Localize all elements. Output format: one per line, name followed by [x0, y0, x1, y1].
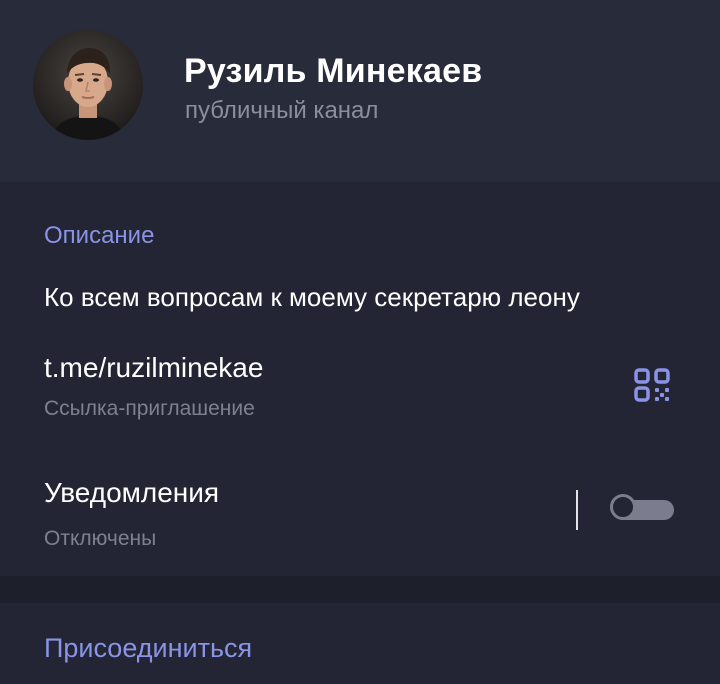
- notifications-label: Уведомления: [44, 477, 220, 508]
- invite-link-caption: Ссылка-приглашение: [44, 397, 255, 420]
- channel-name: Рузиль Минекаев: [184, 52, 483, 90]
- vertical-divider: [576, 490, 578, 530]
- invite-link[interactable]: t.me/ruzilminekae: [44, 352, 263, 384]
- qr-code-icon[interactable]: [633, 367, 673, 407]
- toggle-knob: [610, 494, 636, 520]
- join-button-label: Присоединиться: [44, 633, 253, 663]
- notifications-toggle[interactable]: [610, 494, 674, 524]
- channel-description: Ко всем вопросам к моему секретарю леону: [44, 282, 580, 312]
- notifications-status: Отключены: [44, 527, 157, 550]
- profile-header: Рузиль Минекаев публичный канал: [0, 0, 720, 182]
- join-button[interactable]: Присоединиться: [0, 603, 720, 684]
- channel-type: публичный канал: [185, 97, 379, 124]
- description-section-title: Описание: [44, 222, 155, 249]
- info-panel: Описание Ко всем вопросам к моему секрет…: [0, 182, 720, 576]
- avatar-photo: [33, 30, 143, 140]
- avatar[interactable]: [33, 30, 143, 140]
